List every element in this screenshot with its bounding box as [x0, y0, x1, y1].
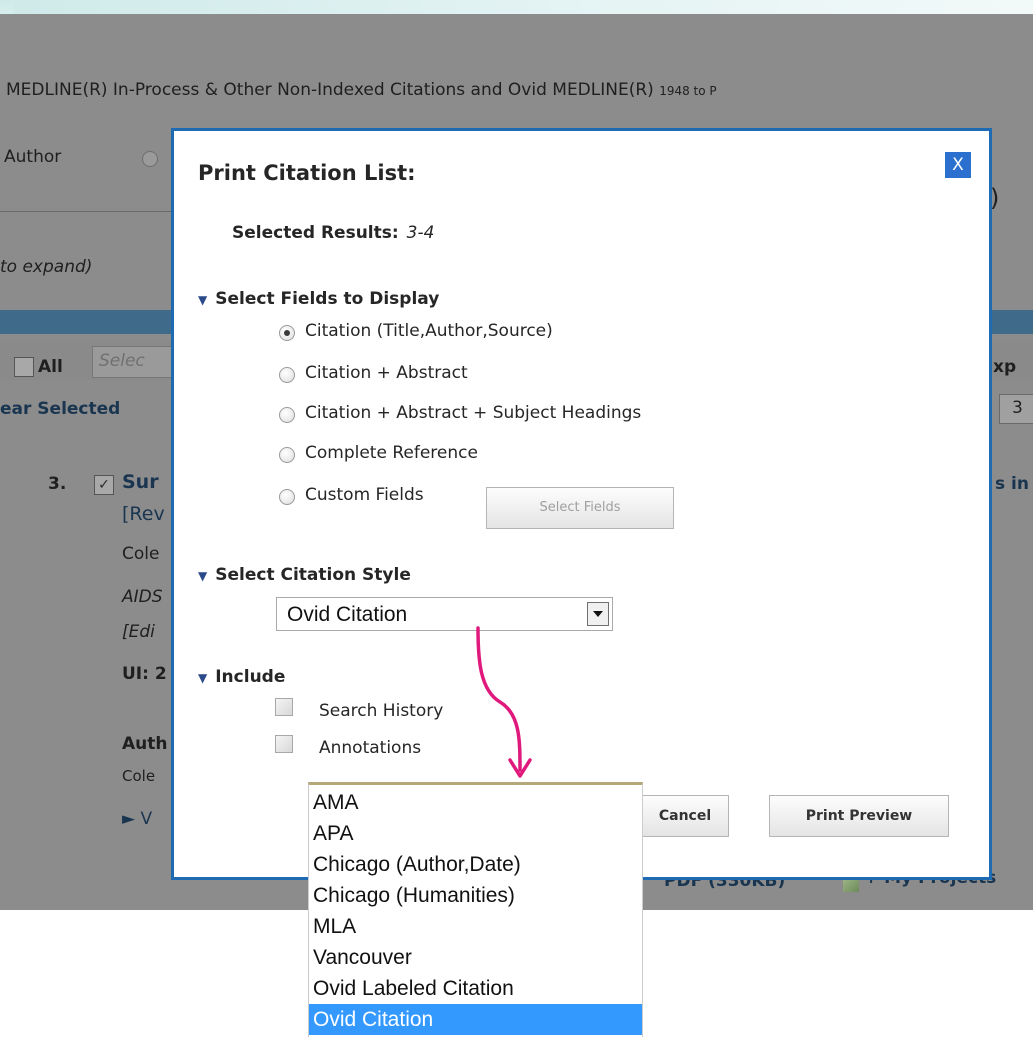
- result-authors: Cole: [122, 544, 160, 564]
- dropdown-option[interactable]: Chicago (Humanities): [309, 880, 642, 911]
- result-number: 3.: [48, 474, 67, 494]
- dropdown-option[interactable]: Chicago (Author,Date): [309, 849, 642, 880]
- database-title: MEDLINE(R) In-Process & Other Non-Indexe…: [6, 80, 717, 100]
- radio-citation-abstract-headings[interactable]: [279, 407, 295, 423]
- result-title-end[interactable]: s in: [995, 474, 1029, 494]
- select-fields-button[interactable]: Select Fields: [486, 487, 674, 529]
- dropdown-option[interactable]: MLA: [309, 911, 642, 942]
- cancel-button[interactable]: Cancel: [641, 795, 729, 837]
- option-citation-abstract-label: Citation + Abstract: [305, 363, 468, 383]
- radio-citation-abstract[interactable]: [279, 367, 295, 383]
- include-section-header[interactable]: ▼ Include: [198, 667, 285, 687]
- export-button[interactable]: xp: [993, 357, 1016, 377]
- author-keywords-value: Cole: [122, 767, 156, 785]
- search-history-label: Search History: [319, 701, 444, 721]
- author-radio-label[interactable]: Author: [0, 147, 61, 167]
- page-number-field[interactable]: 3: [999, 394, 1033, 424]
- window-frame-top: [0, 0, 1033, 14]
- print-citation-dialog: Print Citation List: X Selected Results:…: [171, 128, 992, 880]
- chevron-down-icon[interactable]: [587, 602, 609, 626]
- collapse-triangle-icon: ▼: [198, 671, 208, 685]
- dialog-title: Print Citation List:: [198, 161, 416, 185]
- annotations-checkbox[interactable]: [275, 735, 293, 753]
- expand-hint: to expand): [0, 257, 93, 277]
- divider: [0, 211, 171, 212]
- selected-results: Selected Results: 3-4: [232, 223, 435, 243]
- dropdown-option[interactable]: AMA: [309, 787, 642, 818]
- result-checkbox[interactable]: ✓: [94, 475, 114, 495]
- dropdown-option[interactable]: Ovid Labeled Citation: [309, 973, 642, 1004]
- dropdown-option-selected[interactable]: Ovid Citation: [309, 1004, 642, 1035]
- search-history-checkbox[interactable]: [275, 698, 293, 716]
- radio-complete-reference[interactable]: [279, 447, 295, 463]
- print-preview-button[interactable]: Print Preview: [769, 795, 949, 837]
- option-citation-abstract-headings-label: Citation + Abstract + Subject Headings: [305, 403, 642, 423]
- dropdown-option[interactable]: APA: [309, 818, 642, 849]
- result-editorial: [Edi: [122, 622, 155, 642]
- style-section-header[interactable]: ▼ Select Citation Style: [198, 565, 411, 585]
- result-journal: AIDS: [122, 587, 163, 607]
- annotations-label: Annotations: [319, 738, 422, 758]
- close-button[interactable]: X: [945, 152, 971, 178]
- result-review-tag: [Rev: [122, 503, 165, 525]
- author-keywords-label: Auth: [122, 734, 168, 754]
- citation-style-select[interactable]: Ovid Citation: [276, 597, 613, 631]
- option-complete-reference-label: Complete Reference: [305, 443, 478, 463]
- select-all-checkbox[interactable]: [14, 357, 34, 377]
- dropdown-option[interactable]: Vancouver: [309, 942, 642, 973]
- keyword-radio[interactable]: [142, 151, 158, 167]
- result-ui: UI: 2: [122, 664, 167, 684]
- citation-style-dropdown: AMA APA Chicago (Author,Date) Chicago (H…: [308, 782, 643, 1037]
- radio-custom-fields[interactable]: [279, 489, 295, 505]
- option-custom-fields-label: Custom Fields: [305, 485, 424, 505]
- collapse-triangle-icon: ▼: [198, 569, 208, 583]
- result-title-link[interactable]: Sur: [122, 471, 159, 493]
- view-abstract-link[interactable]: ► V: [122, 809, 152, 829]
- fields-section-header[interactable]: ▼ Select Fields to Display: [198, 289, 439, 309]
- selected-results-value: 3-4: [406, 223, 435, 243]
- radio-citation[interactable]: [279, 325, 295, 341]
- select-all-label[interactable]: All: [38, 357, 63, 377]
- clear-selected-link[interactable]: ear Selected: [0, 399, 120, 419]
- option-citation-label: Citation (Title,Author,Source): [305, 321, 553, 341]
- collapse-triangle-icon: ▼: [198, 293, 208, 307]
